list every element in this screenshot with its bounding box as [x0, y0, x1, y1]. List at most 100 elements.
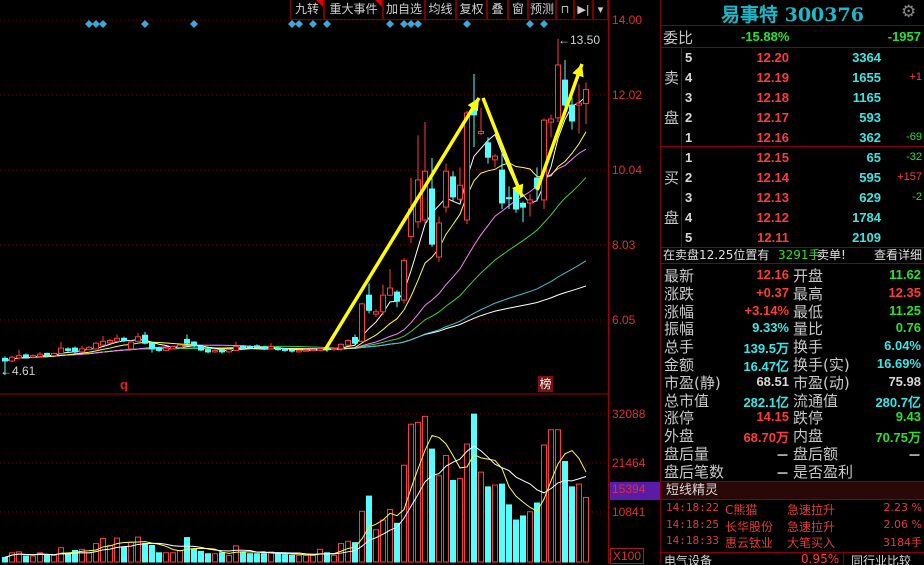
candle[interactable] — [415, 135, 421, 228]
candle[interactable] — [583, 82, 589, 124]
candle[interactable] — [373, 309, 379, 317]
candle[interactable] — [107, 339, 113, 344]
gear-icon[interactable]: ⚙ — [901, 2, 916, 22]
event-marker-diamond-icon[interactable] — [540, 20, 548, 28]
sell-level-row[interactable]: 5 12.20 3364 — [661, 48, 924, 68]
compare-industry-button[interactable]: 同行业比较 — [851, 553, 911, 565]
buy-level-row[interactable]: 2 12.14 595 +157 — [661, 168, 924, 188]
event-marker-diamond-icon[interactable] — [288, 20, 296, 28]
event-marker-diamond-icon[interactable] — [141, 20, 149, 28]
event-marker-diamond-icon[interactable] — [309, 20, 317, 28]
candle[interactable] — [436, 216, 442, 262]
candle[interactable] — [219, 348, 225, 354]
buy-level-row[interactable]: 5 12.11 2109 — [661, 228, 924, 248]
candle[interactable] — [492, 154, 498, 168]
candle[interactable] — [170, 345, 176, 350]
candle[interactable] — [135, 332, 141, 343]
candle[interactable] — [520, 201, 526, 223]
event-marker-diamond-icon[interactable] — [92, 20, 100, 28]
candle[interactable] — [478, 107, 484, 136]
candle[interactable] — [296, 349, 302, 353]
candle[interactable] — [401, 258, 407, 304]
event-marker-diamond-icon[interactable] — [85, 20, 93, 28]
candle[interactable] — [275, 346, 281, 351]
sell-level-row[interactable]: 3 12.18 1165 — [661, 88, 924, 108]
candle[interactable] — [268, 343, 274, 350]
candle[interactable] — [23, 353, 29, 359]
candle[interactable] — [485, 137, 491, 164]
rank-badge[interactable]: 榜 — [538, 376, 553, 392]
sprite-event-row[interactable]: 14:18:25 长华股份 急速拉升 2.06 % — [661, 518, 924, 534]
event-marker-diamond-icon[interactable] — [386, 20, 394, 28]
candle[interactable] — [527, 193, 533, 217]
sprite-event-row[interactable]: 14:18:33 惠云钛业 大笔买入 3184手 — [661, 534, 924, 550]
candle[interactable] — [576, 84, 582, 134]
toolbar-button-6[interactable]: 窗 — [508, 0, 528, 20]
candle[interactable] — [100, 336, 106, 346]
event-marker-diamond-icon[interactable] — [99, 20, 107, 28]
candle[interactable] — [317, 348, 323, 352]
candle[interactable] — [16, 349, 22, 360]
toolbar-button-0[interactable]: 九转 — [290, 0, 324, 20]
sell-level-row[interactable]: 2 12.17 593 — [661, 108, 924, 128]
q-label[interactable]: q — [120, 377, 128, 392]
candle[interactable] — [233, 342, 239, 352]
candle[interactable] — [450, 171, 456, 202]
sprite-event-row[interactable]: 14:18:22 C熊猫 急速拉升 2.23 % — [661, 501, 924, 517]
event-marker-diamond-icon[interactable] — [323, 20, 331, 28]
sector-bar[interactable]: 电气设备 0.95% 同行业比较 — [661, 553, 924, 565]
candle[interactable] — [128, 340, 134, 350]
candle[interactable] — [352, 334, 358, 346]
event-marker-diamond-icon[interactable] — [414, 20, 422, 28]
candle[interactable] — [86, 345, 92, 351]
candle[interactable] — [163, 346, 169, 352]
view-details-link[interactable]: 查看详细 — [874, 247, 922, 263]
candle[interactable] — [506, 186, 512, 209]
candle[interactable] — [499, 152, 505, 209]
candle[interactable] — [212, 348, 218, 353]
chevron-down-icon[interactable]: ▾ — [593, 0, 608, 20]
candle[interactable] — [380, 284, 386, 315]
candle[interactable] — [310, 348, 316, 352]
candle[interactable] — [345, 339, 351, 346]
candle[interactable] — [457, 167, 463, 202]
jump-end-icon[interactable]: ▶| — [574, 0, 593, 20]
candle[interactable] — [37, 351, 43, 358]
candle[interactable] — [226, 348, 232, 353]
event-marker-diamond-icon[interactable] — [295, 20, 303, 28]
candle[interactable] — [422, 122, 428, 225]
event-marker-diamond-icon[interactable] — [463, 20, 471, 28]
candle[interactable] — [555, 38, 561, 123]
candle[interactable] — [282, 348, 288, 352]
candle[interactable] — [254, 344, 260, 349]
buy-level-row[interactable]: 1 12.15 65 -32 — [661, 148, 924, 168]
toolbar-button-3[interactable]: 均线 — [425, 0, 456, 20]
toolbar-button-5[interactable]: 叠 — [487, 0, 508, 20]
candle[interactable] — [114, 334, 120, 343]
candle[interactable] — [366, 283, 372, 314]
event-marker-diamond-icon[interactable] — [400, 20, 408, 28]
lock-icon[interactable]: ⊓ — [556, 0, 574, 20]
candle[interactable] — [65, 347, 71, 352]
buy-level-row[interactable]: 4 12.12 1784 — [661, 208, 924, 228]
event-marker-diamond-icon[interactable] — [526, 20, 534, 28]
toolbar-button-7[interactable]: 预测 — [528, 0, 556, 20]
candle[interactable] — [387, 269, 393, 296]
candle[interactable] — [142, 331, 148, 345]
candle[interactable] — [569, 97, 575, 130]
toolbar-button-1[interactable]: 重大事件 — [324, 0, 383, 20]
candle[interactable] — [72, 346, 78, 354]
toolbar-button-4[interactable]: 复权 — [456, 0, 487, 20]
candle[interactable] — [359, 302, 365, 343]
toolbar-button-2[interactable]: 加自选 — [383, 0, 425, 20]
sell-level-row[interactable]: 1 12.16 362 -69 — [661, 128, 924, 148]
candle[interactable] — [394, 290, 400, 308]
candle[interactable] — [443, 163, 449, 213]
sell-level-row[interactable]: 4 12.19 1655 +1 — [661, 68, 924, 88]
candle[interactable] — [93, 342, 99, 350]
candle[interactable] — [149, 342, 155, 353]
event-marker-diamond-icon[interactable] — [407, 20, 415, 28]
candle[interactable] — [79, 345, 85, 353]
candle[interactable] — [548, 114, 554, 138]
candle[interactable] — [51, 352, 57, 357]
